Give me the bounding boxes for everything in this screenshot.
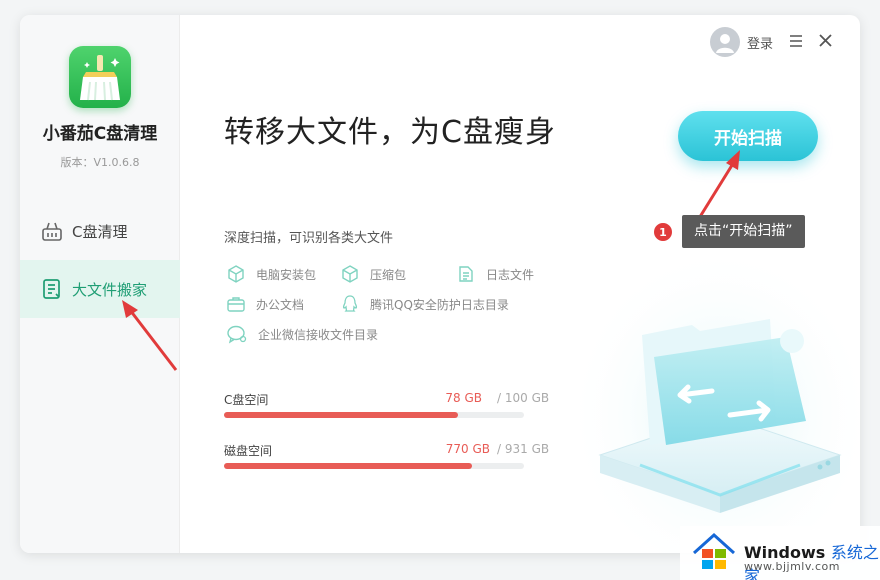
feature-item: 日志文件 <box>456 264 534 284</box>
feature-label: 企业微信接收文件目录 <box>258 327 379 342</box>
feature-item: 企业微信接收文件目录 <box>226 324 378 344</box>
feature-item: 办公文档 <box>226 294 304 314</box>
hamburger-menu-icon[interactable] <box>788 33 804 49</box>
login-link[interactable]: 登录 <box>747 33 773 52</box>
watermark: Windows 系统之家 www.bjjmlv.com <box>680 526 880 580</box>
feature-item: 腾讯QQ安全防护日志目录 <box>340 294 509 314</box>
feature-label: 电脑安装包 <box>256 267 317 282</box>
briefcase-icon <box>227 297 245 312</box>
sidebar-item-label: C盘清理 <box>72 222 128 241</box>
disk-progress-bar <box>224 463 524 469</box>
annotation-tooltip: 点击“开始扫描” <box>682 215 805 248</box>
app-logo-broom-icon <box>69 46 131 108</box>
watermark-url: www.bjjmlv.com <box>744 560 840 573</box>
c-drive-used: 78 GB <box>445 391 482 405</box>
avatar[interactable] <box>710 27 740 57</box>
disk-progress-fill <box>224 463 473 469</box>
app-name: 小番茄C盘清理 <box>42 124 158 144</box>
c-drive-space-label: C盘空间 <box>224 393 269 407</box>
c-drive-progress-bar <box>224 412 524 418</box>
wechat-work-icon <box>227 325 247 344</box>
step-number-badge: 1 <box>653 222 673 242</box>
feature-label: 压缩包 <box>370 267 407 282</box>
feature-label: 办公文档 <box>256 297 305 312</box>
sidebar-item-large-file-move[interactable]: 大文件搬家 <box>20 260 180 318</box>
c-drive-total: / 100 GB <box>497 391 550 405</box>
sidebar-item-label: 大文件搬家 <box>72 280 148 299</box>
feature-label: 腾讯QQ安全防护日志目录 <box>370 297 509 312</box>
close-icon[interactable] <box>817 32 834 49</box>
feature-item: 压缩包 <box>340 264 406 284</box>
disk-space-label: 磁盘空间 <box>224 444 273 458</box>
sidebar-item-c-drive-clean[interactable]: C盘清理 <box>20 202 180 260</box>
basket-icon <box>42 222 62 241</box>
sidebar: 小番茄C盘清理 版本：V1.0.6.8 C盘清理 大文件搬家 <box>20 15 180 553</box>
disk-total: / 931 GB <box>497 442 550 456</box>
disk-used: 770 GB <box>445 442 490 456</box>
file-lines-icon <box>459 266 473 282</box>
start-scan-button[interactable]: 开始扫描 <box>678 111 818 161</box>
app-version: 版本：V1.0.6.8 <box>60 156 140 169</box>
folder-transfer-illustration <box>580 245 860 553</box>
document-list-icon <box>43 279 60 299</box>
qq-icon <box>342 295 358 312</box>
page-title: 转移大文件，为C盘瘦身 <box>224 115 556 150</box>
feature-label: 日志文件 <box>486 267 535 282</box>
app-window: 小番茄C盘清理 版本：V1.0.6.8 C盘清理 大文件搬家 登录 转移大文件，… <box>20 15 860 553</box>
feature-item: 电脑安装包 <box>226 264 316 284</box>
cube-icon <box>228 265 244 283</box>
user-icon <box>716 34 734 53</box>
cube-icon <box>342 265 358 283</box>
scan-description: 深度扫描，可识别各类大文件 <box>224 231 394 246</box>
c-drive-progress-fill <box>224 412 458 418</box>
windows-house-logo-icon <box>692 532 736 569</box>
